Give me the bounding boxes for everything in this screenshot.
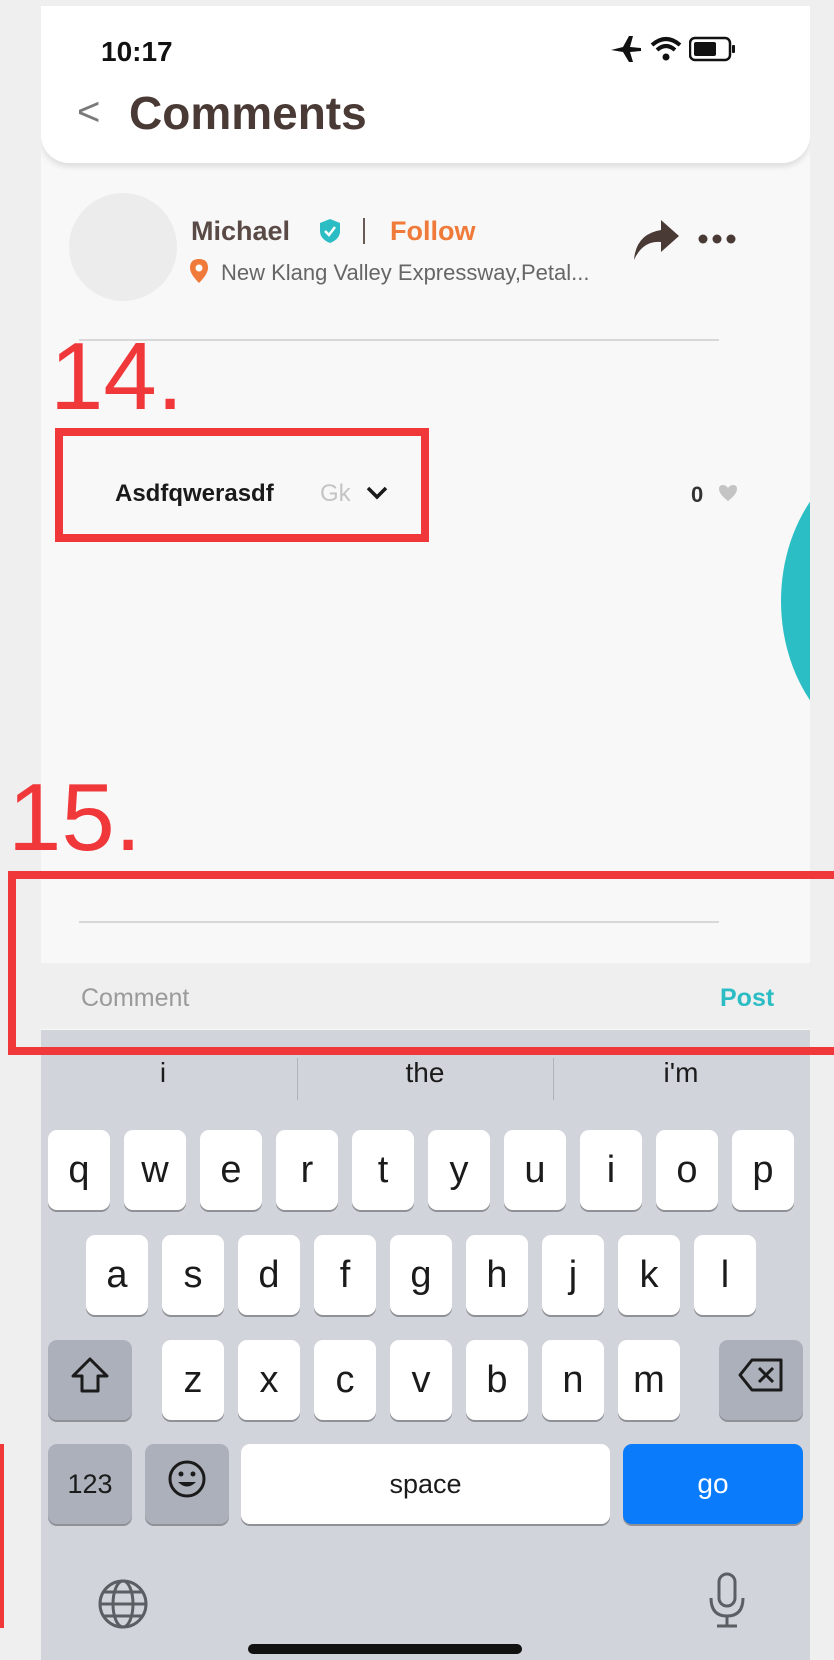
annotation-label-15: 15. (8, 764, 142, 871)
location-pin-icon (189, 258, 209, 289)
emoji-icon (167, 1459, 207, 1509)
share-icon[interactable] (631, 218, 681, 267)
annotation-edge-mark (0, 1444, 4, 1628)
key-e[interactable]: e (200, 1130, 262, 1210)
key-t[interactable]: t (352, 1130, 414, 1210)
key-p[interactable]: p (732, 1130, 794, 1210)
key-y[interactable]: y (428, 1130, 490, 1210)
shift-icon (70, 1356, 110, 1404)
annotation-box-14 (55, 428, 429, 542)
microphone-icon[interactable] (707, 1572, 747, 1635)
key-k[interactable]: k (618, 1235, 680, 1315)
follow-button[interactable]: Follow (390, 216, 475, 247)
keyboard: i the i'm q w e r t y u i o p a s d f g … (41, 1030, 810, 1660)
backspace-icon (738, 1358, 784, 1402)
key-s[interactable]: s (162, 1235, 224, 1315)
key-i[interactable]: i (580, 1130, 642, 1210)
like-count: 0 (691, 482, 704, 507)
key-m[interactable]: m (618, 1340, 680, 1420)
key-o[interactable]: o (656, 1130, 718, 1210)
page-title: Comments (129, 87, 367, 139)
suggestion-divider (297, 1058, 298, 1100)
key-d[interactable]: d (238, 1235, 300, 1315)
emoji-key[interactable] (145, 1444, 229, 1524)
numbers-key[interactable]: 123 (48, 1444, 132, 1524)
wifi-icon (649, 35, 683, 68)
delete-key[interactable] (719, 1340, 803, 1420)
battery-icon (688, 36, 737, 67)
key-z[interactable]: z (162, 1340, 224, 1420)
space-key[interactable]: space (241, 1444, 610, 1524)
key-l[interactable]: l (694, 1235, 756, 1315)
header: 10:17 < Comments (41, 6, 810, 163)
suggestion-item[interactable]: i'm (563, 1057, 799, 1089)
key-f[interactable]: f (314, 1235, 376, 1315)
heart-icon[interactable] (718, 484, 738, 507)
key-n[interactable]: n (542, 1340, 604, 1420)
key-u[interactable]: u (504, 1130, 566, 1210)
globe-icon[interactable] (97, 1578, 149, 1635)
back-button[interactable]: < (77, 90, 100, 135)
key-x[interactable]: x (238, 1340, 300, 1420)
separator (363, 218, 365, 244)
annotation-box-15 (8, 871, 834, 1055)
go-key[interactable]: go (623, 1444, 803, 1524)
suggestion-item[interactable]: the (307, 1057, 543, 1089)
key-a[interactable]: a (86, 1235, 148, 1315)
suggestion-divider (553, 1058, 554, 1100)
key-v[interactable]: v (390, 1340, 452, 1420)
key-b[interactable]: b (466, 1340, 528, 1420)
key-g[interactable]: g (390, 1235, 452, 1315)
floating-action-button[interactable] (781, 446, 810, 756)
phone-screen: 10:17 < Comments Michael Follow New Klan… (41, 6, 810, 1660)
suggestion-item[interactable]: i (45, 1057, 281, 1089)
key-r[interactable]: r (276, 1130, 338, 1210)
author-name[interactable]: Michael (191, 216, 290, 247)
key-c[interactable]: c (314, 1340, 376, 1420)
status-time: 10:17 (101, 36, 173, 67)
post-location: New Klang Valley Expressway,Petal... (221, 260, 590, 285)
annotation-label-14: 14. (50, 323, 184, 430)
key-w[interactable]: w (124, 1130, 186, 1210)
shift-key[interactable] (48, 1340, 132, 1420)
airplane-mode-icon (609, 34, 643, 69)
key-h[interactable]: h (466, 1235, 528, 1315)
verified-badge-icon (319, 218, 341, 249)
key-q[interactable]: q (48, 1130, 110, 1210)
author-avatar[interactable] (69, 193, 177, 301)
key-j[interactable]: j (542, 1235, 604, 1315)
home-indicator (248, 1644, 522, 1654)
more-options-icon[interactable] (697, 232, 737, 251)
